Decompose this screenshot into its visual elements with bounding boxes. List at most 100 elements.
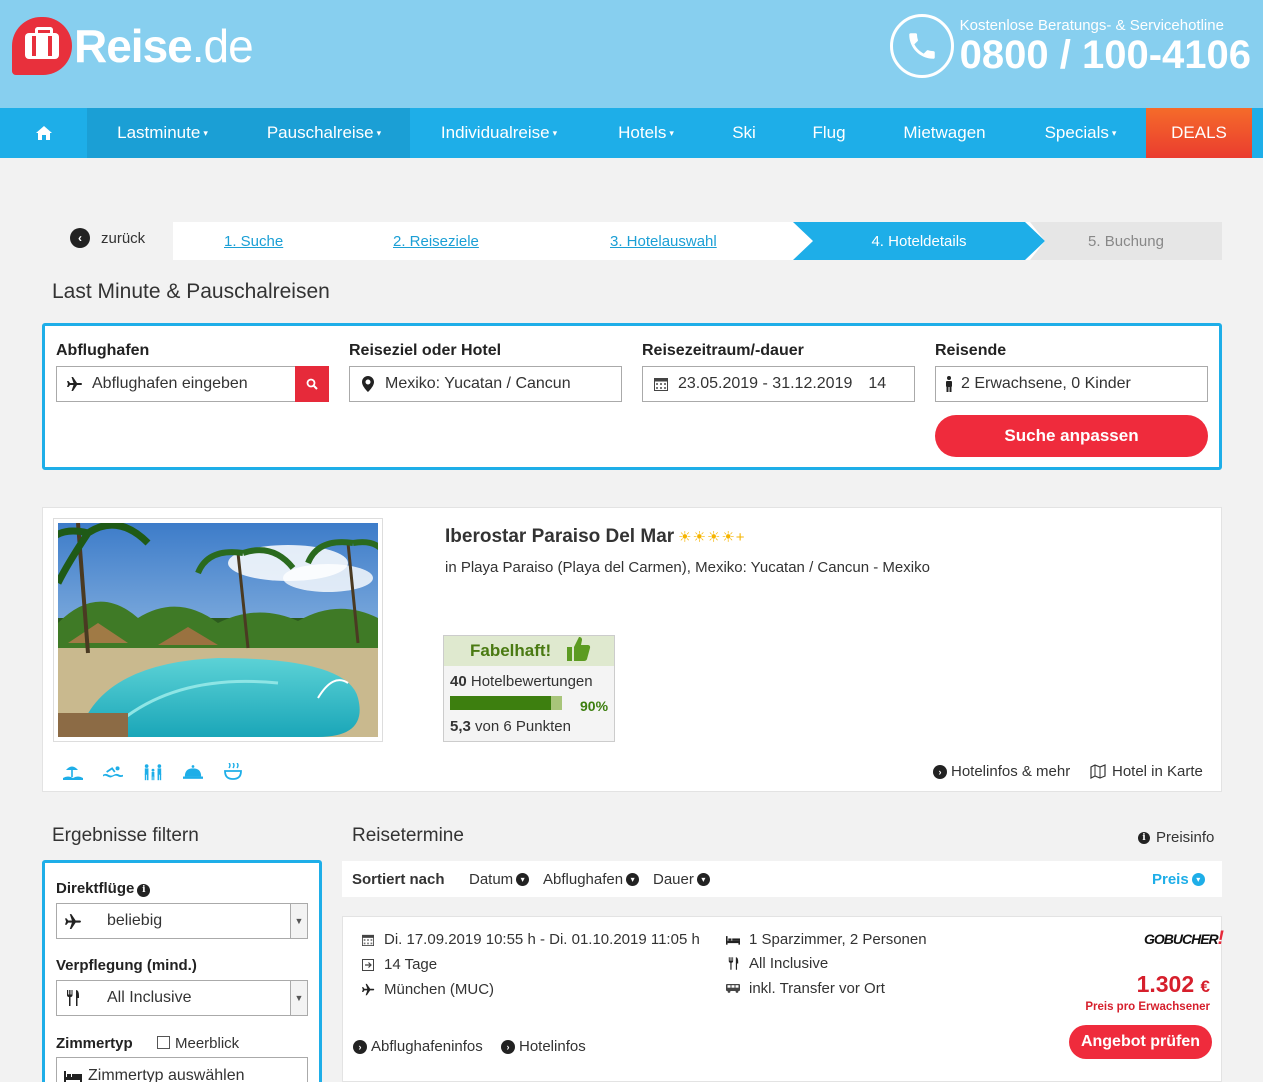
nav-hotels[interactable]: Hotels ▾ <box>588 108 704 158</box>
nav-individualreise[interactable]: Individualreise ▾ <box>410 108 588 158</box>
sort-bar: Sortiert nach Datum ▾ Abflughafen ▾ Dauer ▾… <box>342 861 1222 897</box>
nav-flug[interactable]: Flug <box>784 108 874 158</box>
offer-dates: Di. 17.09.2019 10:55 h - Di. 01.10.2019 … <box>361 931 700 948</box>
plane-icon <box>361 983 375 996</box>
recommend-bar <box>450 696 562 710</box>
chevron-down-icon: ▾ <box>696 873 710 886</box>
results-title: Reisetermine <box>352 825 464 846</box>
site-logo[interactable]: Reise.de <box>12 16 254 76</box>
recommend-bar-fill <box>450 696 551 710</box>
step-reiseziele[interactable]: 2. Reiseziele <box>393 222 479 260</box>
price-info-link[interactable]: i Preisinfo <box>1135 829 1214 846</box>
period-input[interactable]: 23.05.2019 - 31.12.2019 14 <box>642 366 915 402</box>
room-type-select[interactable]: Zimmertyp auswählen <box>56 1057 308 1082</box>
travelers-label: Reisende <box>935 342 1007 359</box>
hotel-map-link[interactable]: Hotel in Karte <box>1090 763 1203 780</box>
hotel-info-link[interactable]: › Hotelinfos & mehr <box>933 763 1070 780</box>
bus-icon <box>726 984 740 993</box>
offer-hotel-info-link[interactable]: › Hotelinfos <box>501 1038 586 1055</box>
rating-box[interactable]: Fabelhaft! 40 Hotelbewertungen 90% 5,3 v… <box>443 635 615 742</box>
sort-datum[interactable]: Datum ▾ <box>469 871 530 888</box>
points-label: von 6 Punkten <box>475 718 571 735</box>
suitcase-icon <box>12 17 72 75</box>
info-icon: i <box>1138 831 1150 844</box>
review-label: Hotelbewertungen <box>470 673 593 690</box>
duration-icon <box>361 958 375 971</box>
hotline-number[interactable]: 0800 / 100-4106 <box>960 34 1251 76</box>
board-select[interactable]: All Inclusive ▼ <box>56 980 308 1016</box>
hotline[interactable]: Kostenlose Beratungs- & Servicehotline 0… <box>889 14 1251 78</box>
hotel-stars: ☀☀☀☀+ <box>678 529 746 546</box>
operator-logo: GOBUCHER! <box>1144 928 1224 949</box>
duration-value: 14 <box>868 375 887 392</box>
airport-info-link[interactable]: › Abflughafeninfos <box>353 1038 483 1055</box>
period-label: Reisezeitraum/-dauer <box>642 342 804 359</box>
chevron-down-icon: ▾ <box>1191 873 1205 886</box>
chevron-down-icon: ▾ <box>516 873 530 886</box>
hotel-name: Iberostar Paraiso Del Mar <box>445 526 675 547</box>
room-service-icon <box>183 762 203 782</box>
family-icon <box>143 762 163 782</box>
nav-deals[interactable]: DEALS <box>1146 108 1252 158</box>
phone-icon <box>889 14 954 78</box>
chevron-down-icon: ▾ <box>626 873 640 886</box>
offer-transfer: inkl. Transfer vor Ort <box>726 980 885 997</box>
travelers-input[interactable]: 2 Erwachsene, 0 Kinder <box>935 366 1208 402</box>
offer-duration: 14 Tage <box>361 956 437 973</box>
review-count: 40 <box>450 673 467 690</box>
offer-card: Di. 17.09.2019 10:55 h - Di. 01.10.2019 … <box>342 916 1224 1082</box>
site-header: Reise.de Kostenlose Beratungs- & Service… <box>0 0 1263 108</box>
filter-panel: Direktflüge i beliebig ▼ Verpflegung (min… <box>42 860 322 1082</box>
sort-dauer[interactable]: Dauer ▾ <box>653 871 710 888</box>
nav-lastminute[interactable]: Lastminute ▾ <box>87 108 238 158</box>
step-suche[interactable]: 1. Suche <box>224 222 283 260</box>
nav-specials[interactable]: Specials ▾ <box>1015 108 1146 158</box>
destination-label: Reiseziel oder Hotel <box>349 342 502 359</box>
rating-word: Fabelhaft! <box>470 641 552 660</box>
amenity-icons <box>63 762 243 782</box>
main-nav: Lastminute ▾ Pauschalreise ▾ Individualrei… <box>0 108 1263 158</box>
swimming-icon <box>103 762 123 782</box>
calendar-icon <box>361 934 375 946</box>
search-submit-button[interactable]: Suche anpassen <box>935 415 1208 457</box>
departure-input[interactable]: Abflughafen eingeben <box>56 366 329 402</box>
offer-price: 1.302 € <box>1136 971 1210 997</box>
nav-pauschalreise[interactable]: Pauschalreise ▾ <box>238 108 410 158</box>
bed-icon <box>60 1070 86 1082</box>
filter-title: Ergebnisse filtern <box>52 825 199 846</box>
map-icon <box>1090 764 1106 779</box>
direct-flights-select[interactable]: beliebig ▼ <box>56 903 308 939</box>
seaview-checkbox[interactable]: Meerblick <box>157 1035 239 1052</box>
home-icon[interactable] <box>0 108 87 158</box>
sort-abflughafen[interactable]: Abflughafen ▾ <box>543 871 640 888</box>
search-title: Last Minute & Pauschalreisen <box>52 280 330 303</box>
booking-steps: 1. Suche 2. Reiseziele 3. Hotelauswahl 4… <box>173 222 1222 260</box>
chevron-left-icon: ‹ <box>70 228 90 248</box>
offer-board: All Inclusive <box>726 955 828 972</box>
thumbs-up-icon <box>565 635 591 668</box>
nav-ski[interactable]: Ski <box>704 108 784 158</box>
map-pin-icon <box>358 376 378 392</box>
hotel-photo[interactable] <box>34 518 391 742</box>
sort-preis[interactable]: Preis ▾ <box>1152 871 1205 888</box>
info-icon[interactable]: i <box>137 883 151 897</box>
check-offer-button[interactable]: Angebot prüfen <box>1069 1025 1212 1059</box>
plane-icon <box>60 913 86 930</box>
plane-icon <box>65 376 85 392</box>
hotel-location: in Playa Paraiso (Playa del Carmen), Mex… <box>445 559 930 576</box>
board-label: Verpflegung (mind.) <box>56 957 197 974</box>
chevron-right-icon: › <box>933 764 947 779</box>
back-link[interactable]: ‹ zurück <box>70 228 145 248</box>
search-icon[interactable] <box>295 366 329 402</box>
nav-mietwagen[interactable]: Mietwagen <box>874 108 1015 158</box>
destination-input[interactable]: Mexiko: Yucatan / Cancun <box>349 366 622 402</box>
spa-icon <box>223 762 243 782</box>
cutlery-icon <box>726 957 740 970</box>
sorted-by-label: Sortiert nach <box>352 871 445 888</box>
direct-flights-label: Direktflüge i <box>56 880 151 897</box>
points-value: 5,3 <box>450 718 471 735</box>
step-buchung: 5. Buchung <box>1030 222 1222 260</box>
search-form: Abflughafen Abflughafen eingeben Reisezi… <box>42 323 1222 470</box>
cutlery-icon <box>60 990 86 1006</box>
step-hotelauswahl[interactable]: 3. Hotelauswahl <box>610 222 717 260</box>
